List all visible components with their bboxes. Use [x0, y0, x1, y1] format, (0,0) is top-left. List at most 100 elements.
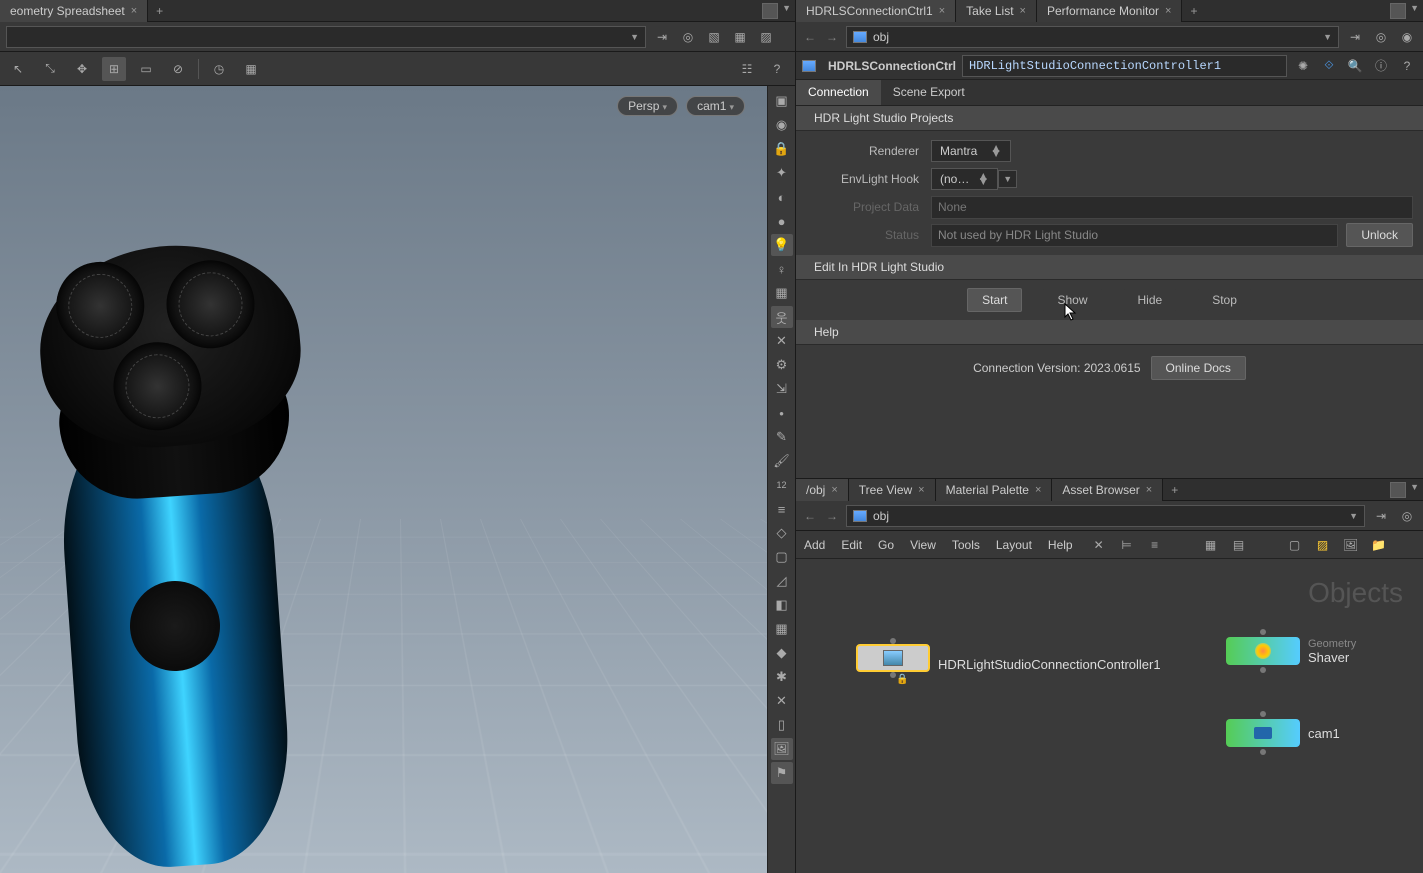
forward-icon[interactable]: → — [824, 29, 840, 45]
tab-obj[interactable]: /obj× — [796, 479, 849, 501]
image-icon[interactable]: 🖼 — [771, 738, 793, 760]
node-chip[interactable] — [1226, 637, 1300, 665]
bulb2-icon[interactable]: ♀ — [771, 258, 793, 280]
cube-icon[interactable]: ◇ — [771, 522, 793, 544]
view-persp-pill[interactable]: Persp ▾ — [617, 96, 678, 116]
person-icon[interactable]: 웃 — [771, 306, 793, 328]
bars-icon[interactable]: ≡ — [771, 498, 793, 520]
pic-icon[interactable]: 🖼 — [1341, 535, 1361, 555]
link-icon[interactable]: ◎ — [1371, 27, 1391, 47]
chevron-down-icon[interactable]: ▼ — [1349, 511, 1358, 521]
sphere-icon[interactable]: ● — [771, 210, 793, 232]
tab-assetbrowser[interactable]: Asset Browser× — [1052, 479, 1163, 501]
stop-button[interactable]: Stop — [1197, 288, 1252, 312]
close-icon[interactable]: × — [131, 5, 137, 17]
marker-icon[interactable]: ⚑ — [771, 762, 793, 784]
box-icon[interactable]: ▧ — [704, 27, 724, 47]
gear-icon[interactable]: ✺ — [1293, 56, 1313, 76]
close-icon[interactable]: × — [1020, 5, 1026, 17]
python-icon[interactable]: ⟐ — [1319, 56, 1339, 76]
checker-icon[interactable]: ▦ — [771, 282, 793, 304]
shaver-mesh[interactable] — [50, 246, 330, 873]
envlight-menu[interactable]: ▼ — [998, 170, 1017, 188]
pane-menu-icon[interactable]: ▼ — [1410, 482, 1419, 498]
show-button[interactable]: Show — [1042, 288, 1102, 312]
list-icon[interactable]: ≡ — [1145, 535, 1165, 555]
pin-icon[interactable]: ⇥ — [1345, 27, 1365, 47]
grid-icon[interactable]: ▦ — [239, 57, 263, 81]
dot-icon[interactable]: • — [771, 402, 793, 424]
grid-icon[interactable]: ▦ — [1201, 535, 1221, 555]
folder-icon[interactable]: 📁 — [1369, 535, 1389, 555]
pin-icon[interactable]: ⇥ — [1371, 506, 1391, 526]
pane-menu-icon[interactable]: ▼ — [1410, 3, 1419, 19]
hide-button[interactable]: Hide — [1123, 288, 1178, 312]
network-canvas[interactable]: Objects 🔒 HDRLightStudioConnectionContro… — [796, 559, 1423, 873]
back-icon[interactable]: ← — [802, 29, 818, 45]
close-icon[interactable]: × — [1035, 484, 1041, 496]
lasso-icon[interactable]: ⤡ — [38, 57, 62, 81]
close-icon[interactable]: × — [918, 484, 924, 496]
node-chip[interactable] — [1226, 719, 1300, 747]
tab-matpalette[interactable]: Material Palette× — [936, 479, 1053, 501]
path-input[interactable]: ▼ — [846, 26, 1339, 48]
bug-icon[interactable]: ✱ — [771, 666, 793, 688]
back-icon[interactable]: ← — [802, 508, 818, 524]
camera-icon[interactable]: ▣ — [771, 90, 793, 112]
path-field[interactable] — [873, 30, 1323, 44]
node-chip[interactable] — [856, 644, 930, 672]
tab-treeview[interactable]: Tree View× — [849, 479, 936, 501]
tab-hdrls[interactable]: HDRLSConnectionCtrl1× — [796, 0, 956, 22]
search-icon[interactable]: 🔍 — [1345, 56, 1365, 76]
lock-icon[interactable]: 🔒 — [771, 138, 793, 160]
tab-geometry-spreadsheet[interactable]: eometry Spreadsheet × — [0, 0, 148, 22]
menu-tools[interactable]: Tools — [952, 538, 980, 552]
subtab-connection[interactable]: Connection — [796, 80, 881, 105]
rect-icon[interactable]: ▭ — [134, 57, 158, 81]
close-icon[interactable]: × — [1146, 484, 1152, 496]
online-docs-button[interactable]: Online Docs — [1151, 356, 1246, 380]
help-icon[interactable]: ? — [765, 57, 789, 81]
node-shaver[interactable]: Geometry Shaver — [1226, 637, 1356, 665]
star-icon[interactable]: ✦ — [771, 162, 793, 184]
add-tab-button[interactable]: + — [1182, 2, 1205, 20]
path-input[interactable]: ▼ — [846, 505, 1365, 527]
close-icon[interactable]: × — [1165, 5, 1171, 17]
num-icon[interactable]: 12 — [771, 474, 793, 496]
menu-go[interactable]: Go — [878, 538, 894, 552]
chevron-down-icon[interactable]: ▼ — [630, 32, 639, 42]
pen-icon[interactable]: ✎ — [771, 426, 793, 448]
start-button[interactable]: Start — [967, 288, 1022, 312]
diamond-icon[interactable]: ◆ — [771, 642, 793, 664]
sticky-icon[interactable]: ▨ — [1313, 535, 1333, 555]
trash-icon[interactable]: ▯ — [771, 714, 793, 736]
brush-icon[interactable]: 🖌 — [771, 450, 793, 472]
table-icon[interactable]: ▤ — [1229, 535, 1249, 555]
unlock-button[interactable]: Unlock — [1346, 223, 1413, 247]
view-cam1-pill[interactable]: cam1 ▾ — [686, 96, 745, 116]
add-tab-button[interactable]: + — [148, 2, 171, 20]
left-path-input[interactable]: ▼ — [6, 26, 646, 48]
forward-icon[interactable]: → — [824, 508, 840, 524]
close-icon[interactable]: × — [939, 5, 945, 17]
link-icon[interactable]: ◎ — [1397, 506, 1417, 526]
bulb-icon[interactable]: ◐ — [771, 186, 793, 208]
viewport[interactable]: Persp ▾ cam1 ▾ ▣ ◉ 🔒 ✦ ◐ ● 💡 ♀ ▦ 웃 ✕ ⚙ ⇲… — [0, 86, 795, 873]
wrench-icon[interactable]: ✕ — [1089, 535, 1109, 555]
envlight-dropdown[interactable]: (no…▲▼ — [931, 168, 998, 190]
x-icon[interactable]: ✕ — [771, 690, 793, 712]
light-icon[interactable]: 💡 — [771, 234, 793, 256]
node-name-input[interactable] — [962, 55, 1287, 77]
menu-edit[interactable]: Edit — [841, 538, 862, 552]
close-icon[interactable]: × — [831, 484, 837, 496]
arrows-icon[interactable]: ⇲ — [771, 378, 793, 400]
shade-icon[interactable]: ▨ — [756, 27, 776, 47]
help-icon[interactable]: ? — [1397, 56, 1417, 76]
target-icon[interactable]: ◉ — [1397, 27, 1417, 47]
subtab-scene-export[interactable]: Scene Export — [881, 80, 977, 105]
note-icon[interactable]: ▢ — [1285, 535, 1305, 555]
stop-icon[interactable]: ⊘ — [166, 57, 190, 81]
maximize-icon[interactable] — [762, 3, 778, 19]
menu-help[interactable]: Help — [1048, 538, 1073, 552]
node-cam1[interactable]: cam1 — [1226, 719, 1340, 747]
